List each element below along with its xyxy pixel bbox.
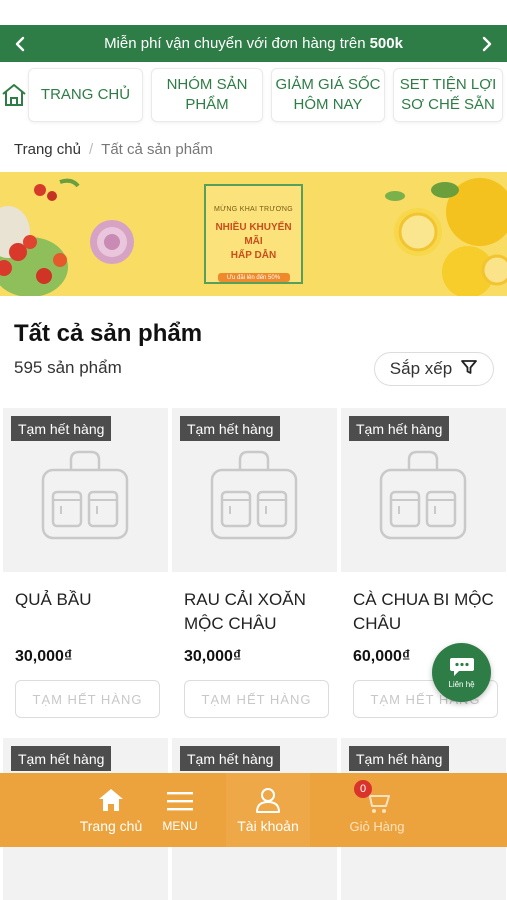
bottom-nav: Trang chủ MENU Tài khoản 0 Giỏ Hàng <box>0 773 507 847</box>
tab-home-label: TRANG CHỦ <box>40 86 131 103</box>
out-of-stock-button[interactable]: TẠM HẾT HÀNG <box>15 680 160 718</box>
bottom-nav-cart[interactable]: 0 Giỏ Hàng <box>340 773 414 847</box>
breadcrumb: Trang chủ / Tất cả sản phẩm <box>14 141 213 158</box>
product-price: 30,000₫ <box>15 648 73 665</box>
tab-product-groups[interactable]: NHÓM SẢN PHẨM <box>151 68 263 122</box>
product-price: 60,000₫ <box>353 648 411 665</box>
product-name[interactable]: QUẢ BẦU <box>15 588 165 612</box>
tab-product-groups-label: NHÓM SẢN PHẨM <box>166 76 248 113</box>
tab-flash-sale-label: GIẢM GIÁ SỐC HÔM NAY <box>275 76 381 113</box>
out-of-stock-badge: Tạm hết hàng <box>11 746 112 771</box>
category-nav: TRANG CHỦ NHÓM SẢN PHẨM GIẢM GIÁ SỐC HÔM N… <box>0 64 507 126</box>
tab-convenience-sets-label: SET TIỆN LỢI SƠ CHẾ SẴN <box>399 76 497 113</box>
banner-card: MỪNG KHAI TRƯƠNG NHIỀU KHUYẾN MÃI HẤP DẪN… <box>204 184 303 284</box>
out-of-stock-badge: Tạm hết hàng <box>349 746 450 771</box>
bag-placeholder-icon <box>37 448 133 544</box>
product-name[interactable]: CÀ CHUA BI MỘC CHÂU <box>353 588 503 636</box>
product-count: 595 sản phẩm <box>14 358 122 377</box>
banner-headline: NHIỀU KHUYẾN MÃI HẤP DẪN <box>215 222 292 261</box>
promo-highlight: 500k <box>369 35 403 52</box>
home-icon <box>99 789 123 811</box>
page-title: Tất cả sản phẩm <box>14 320 203 347</box>
breadcrumb-current: Tất cả sản phẩm <box>101 141 213 158</box>
promo-text: Miễn phí vận chuyển với đơn hàng trên <box>104 35 366 52</box>
bag-placeholder-icon <box>375 448 471 544</box>
chat-icon <box>449 658 474 676</box>
out-of-stock-badge: Tạm hết hàng <box>180 746 281 771</box>
product-name[interactable]: RAU CẢI XOĂN MỘC CHÂU <box>184 588 334 636</box>
breadcrumb-home[interactable]: Trang chủ <box>14 141 81 158</box>
promo-banner[interactable]: MỪNG KHAI TRƯƠNG NHIỀU KHUYẾN MÃI HẤP DẪN… <box>0 172 507 296</box>
sort-button[interactable]: Sắp xếp <box>374 352 494 386</box>
user-icon <box>256 788 280 813</box>
bottom-nav-menu-label: MENU <box>162 819 198 833</box>
chevron-right-icon[interactable] <box>469 25 505 62</box>
tab-convenience-sets[interactable]: SET TIỆN LỢI SƠ CHẾ SẴN <box>393 68 503 122</box>
sort-label: Sắp xếp <box>389 359 453 378</box>
menu-icon <box>167 792 193 811</box>
banner-line1: MỪNG KHAI TRƯƠNG <box>213 206 294 213</box>
bottom-nav-account[interactable]: Tài khoản <box>226 773 310 847</box>
bottom-nav-cart-label: Giỏ Hàng <box>349 818 405 834</box>
breadcrumb-separator: / <box>88 141 94 158</box>
filter-icon <box>460 358 478 381</box>
bottom-nav-account-label: Tài khoản <box>237 818 299 834</box>
bottom-nav-home-label: Trang chủ <box>79 818 143 834</box>
bottom-nav-home[interactable]: Trang chủ <box>76 773 146 847</box>
home-icon[interactable] <box>0 64 28 126</box>
out-of-stock-badge: Tạm hết hàng <box>349 416 450 441</box>
product-price: 30,000₫ <box>184 648 242 665</box>
contact-button[interactable]: Liên hệ <box>432 643 491 702</box>
cart-count-badge: 0 <box>354 780 372 798</box>
chevron-left-icon[interactable] <box>2 25 38 62</box>
contact-label: Liên hệ <box>448 680 475 689</box>
bottom-nav-menu[interactable]: MENU <box>152 773 208 847</box>
out-of-stock-button[interactable]: TẠM HẾT HÀNG <box>184 680 329 718</box>
bag-placeholder-icon <box>206 448 302 544</box>
promo-bar: Miễn phí vận chuyển với đơn hàng trên 50… <box>0 25 507 62</box>
tab-home[interactable]: TRANG CHỦ <box>28 68 143 122</box>
tab-flash-sale[interactable]: GIẢM GIÁ SỐC HÔM NAY <box>271 68 385 122</box>
out-of-stock-badge: Tạm hết hàng <box>11 416 112 441</box>
banner-cta: Ưu đãi lên đến 50% <box>217 273 290 282</box>
out-of-stock-badge: Tạm hết hàng <box>180 416 281 441</box>
